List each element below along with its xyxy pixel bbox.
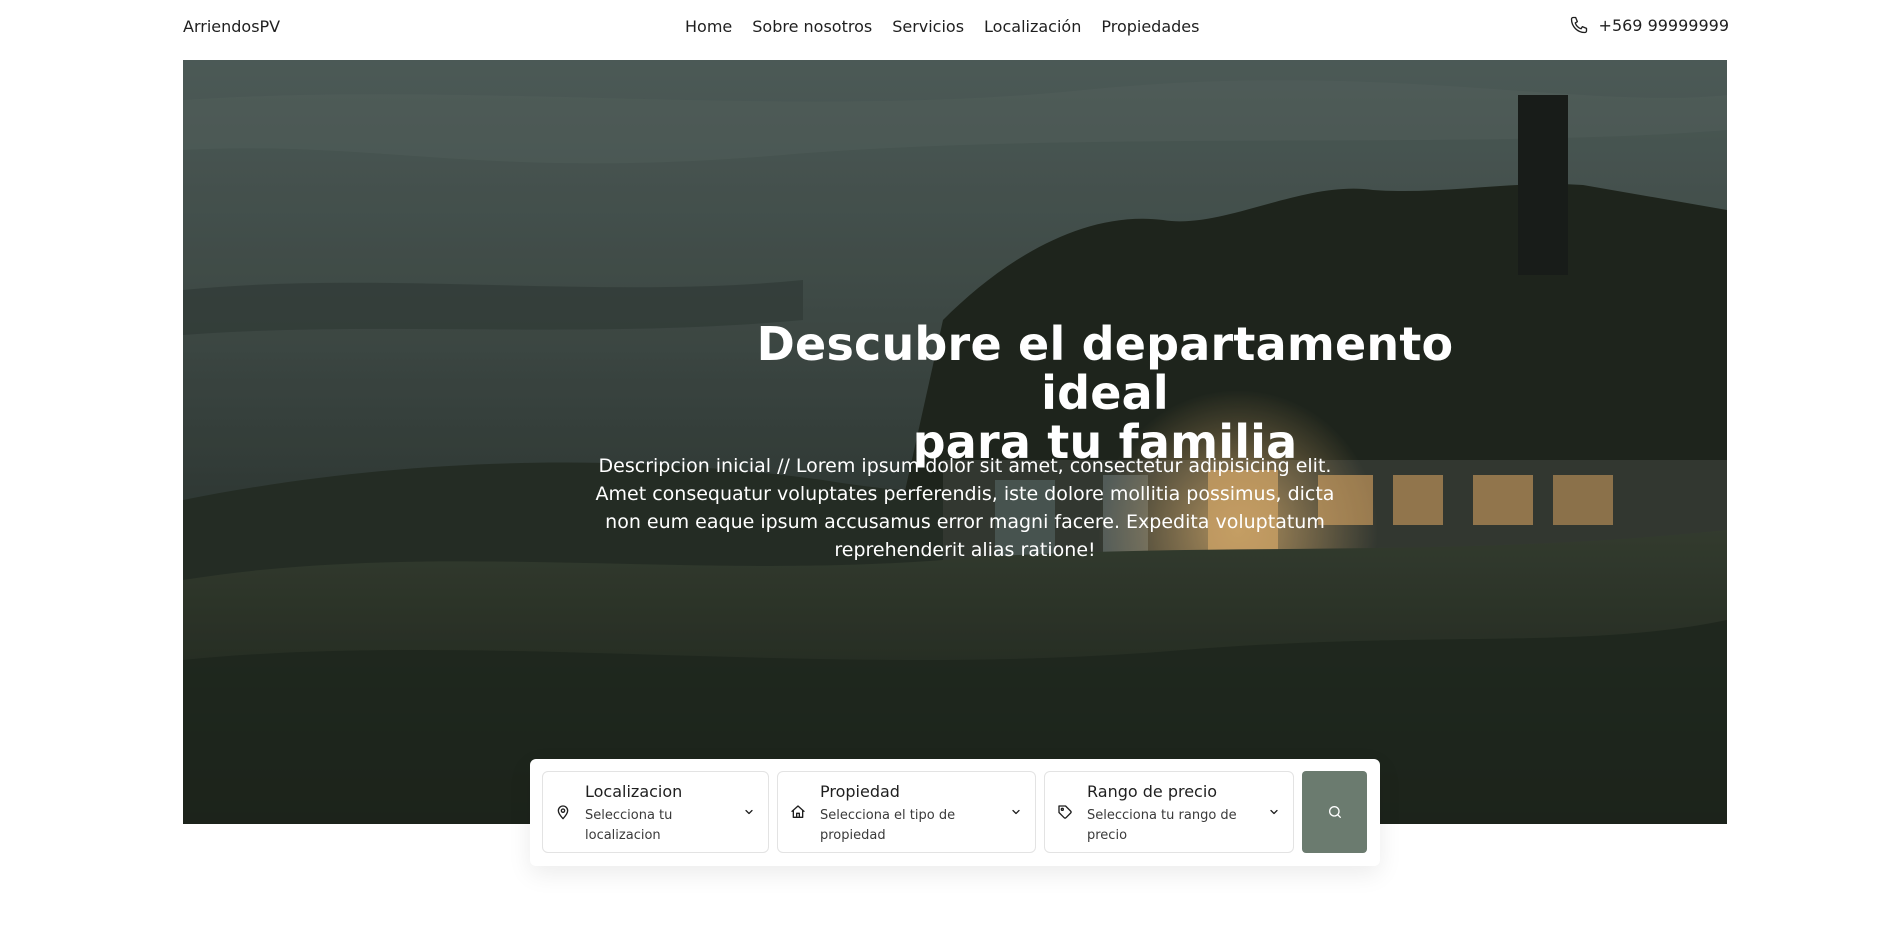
property-hint: Selecciona el tipo de propiedad — [820, 808, 956, 843]
tag-icon — [1058, 805, 1072, 819]
location-hint: Selecciona tu localizacion — [585, 808, 673, 843]
hero-title-line1: Descubre el departamento ideal — [756, 317, 1454, 420]
price-range-select[interactable]: Rango de precio Selecciona tu rango de p… — [1044, 771, 1294, 853]
search-icon — [1328, 806, 1341, 818]
chevron-down-icon — [745, 809, 753, 815]
price-hint: Selecciona tu rango de precio — [1087, 808, 1237, 843]
price-label: Rango de precio — [1087, 782, 1218, 801]
search-button[interactable] — [1302, 771, 1367, 853]
nav-propiedades[interactable]: Propiedades — [1101, 17, 1199, 36]
nav-localizacion[interactable]: Localización — [984, 17, 1081, 36]
site-header: ArriendosPV Home Sobre nosotros Servicio… — [0, 0, 1901, 60]
property-search-bar: Localizacion Selecciona tu localizacion … — [530, 759, 1380, 866]
chevron-down-icon — [1270, 809, 1278, 815]
phone-link[interactable]: +569 99999999 — [1569, 15, 1729, 35]
main-nav: Home Sobre nosotros Servicios Localizaci… — [685, 17, 1199, 36]
phone-icon — [1570, 16, 1587, 34]
nav-sobre-nosotros[interactable]: Sobre nosotros — [752, 17, 872, 36]
chevron-down-icon — [1012, 809, 1020, 815]
brand-logo[interactable]: ArriendosPV — [183, 17, 280, 36]
property-type-select[interactable]: Propiedad Selecciona el tipo de propieda… — [777, 771, 1036, 853]
hero-section: Descubre el departamento ideal para tu f… — [183, 60, 1727, 824]
home-icon — [791, 805, 805, 818]
map-pin-icon — [557, 805, 569, 820]
phone-number: +569 99999999 — [1598, 15, 1729, 35]
hero-description: Descripcion inicial // Lorem ipsum dolor… — [595, 455, 1335, 561]
nav-home[interactable]: Home — [685, 17, 732, 36]
nav-servicios[interactable]: Servicios — [892, 17, 964, 36]
location-label: Localizacion — [585, 782, 683, 801]
hero-title: Descubre el departamento ideal para tu f… — [715, 320, 1495, 467]
property-label: Propiedad — [820, 782, 900, 801]
location-select[interactable]: Localizacion Selecciona tu localizacion — [542, 771, 769, 853]
